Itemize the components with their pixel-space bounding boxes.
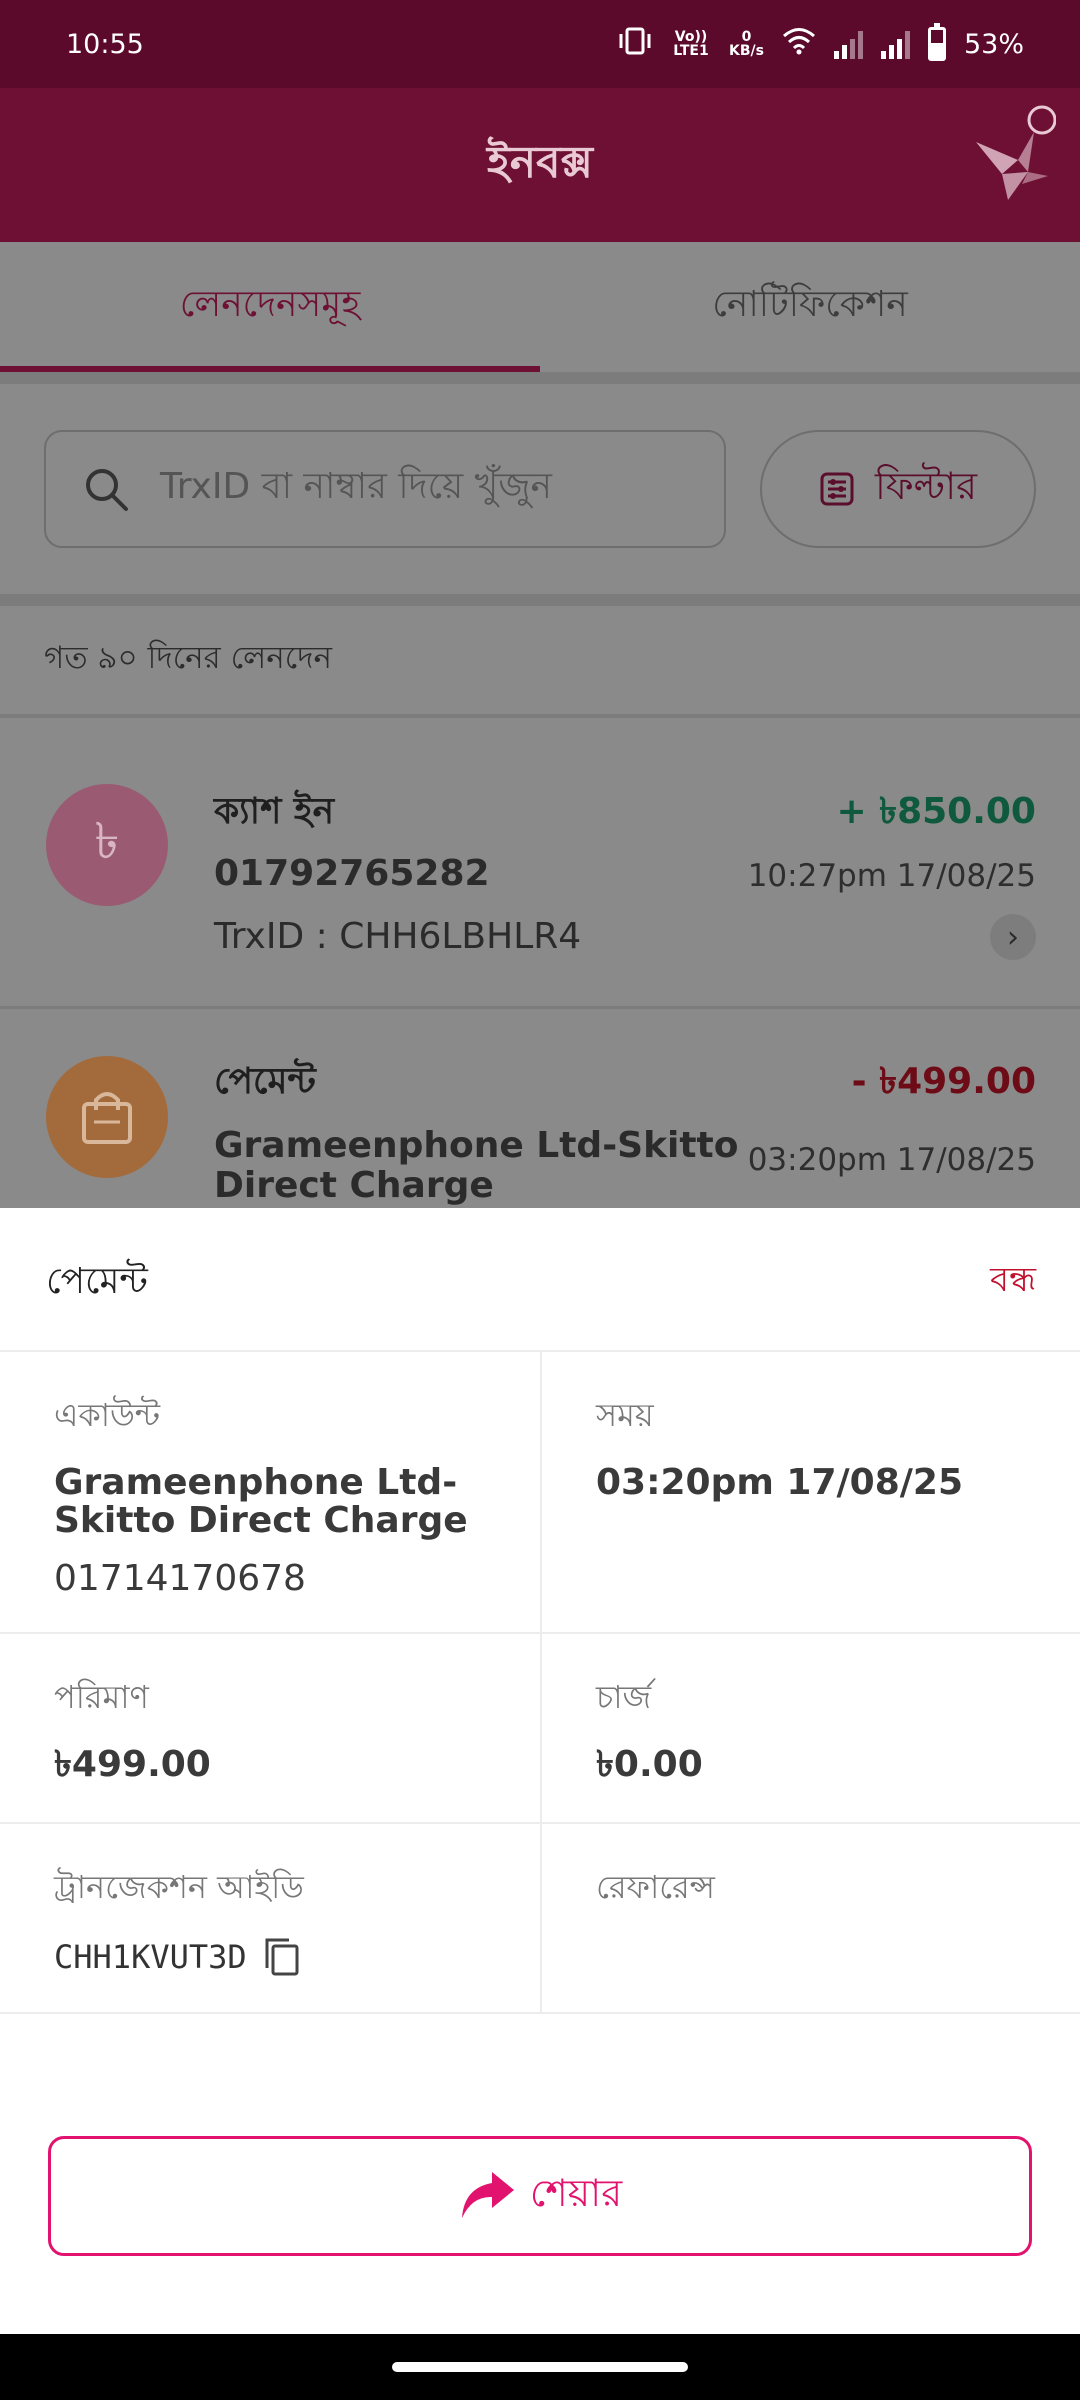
transaction-type: ক্যাশ ইন <box>214 791 335 832</box>
transaction-item[interactable]: ৳ ক্যাশ ইন 01792765282 TrxID : CHH6LBHLR… <box>0 718 1080 988</box>
filter-button[interactable]: ফিল্টার <box>760 430 1036 548</box>
close-button[interactable]: বন্ধ <box>990 1254 1036 1311</box>
search-input[interactable]: TrxID বা নাম্বার দিয়ে খুঁজুন <box>44 430 726 548</box>
tab-notifications[interactable]: নোটিফিকেশন <box>540 242 1080 372</box>
share-button[interactable]: শেয়ার <box>48 2136 1032 2256</box>
signal-icon-sim2 <box>880 29 910 59</box>
transaction-amount: + ৳850.00 <box>836 791 1036 832</box>
home-gesture-handle[interactable] <box>392 2362 688 2372</box>
time-cell: সময় 03:20pm 17/08/25 <box>540 1352 1080 1632</box>
account-name-line1: Grameenphone Ltd- <box>54 1462 458 1503</box>
vibrate-icon <box>617 26 653 63</box>
reference-cell: রেফারেন্স <box>540 1824 1080 2012</box>
amount-value: ৳499.00 <box>54 1744 211 1785</box>
system-nav-bar <box>0 2334 1080 2400</box>
status-time: 10:55 <box>66 28 144 60</box>
speed-value: 0 <box>741 29 752 45</box>
status-icons: Vo)) LTE1 0 KB/s 53% <box>617 23 1024 63</box>
app-bar: ইনবক্স <box>0 88 1080 242</box>
transaction-time: 10:27pm 17/08/25 <box>747 858 1036 894</box>
battery-percent: 53% <box>963 28 1024 60</box>
divider <box>0 372 1080 384</box>
reference-label: রেফারেন্স <box>596 1868 715 1906</box>
search-placeholder: TrxID বা নাম্বার দিয়ে খুঁজুন <box>160 466 553 507</box>
charge-value: ৳0.00 <box>596 1744 703 1785</box>
cash-in-avatar-icon: ৳ <box>46 784 168 906</box>
period-label: গত ৯০ দিনের লেনদেন <box>0 606 1080 714</box>
detail-row: পরিমাণ ৳499.00 চার্জ ৳0.00 <box>0 1634 1080 1824</box>
filter-label: ফিল্টার <box>874 464 978 508</box>
battery-fill <box>930 43 943 58</box>
chevron-right-icon[interactable]: › <box>990 914 1036 960</box>
search-icon <box>86 469 128 511</box>
time-label: সময় <box>596 1396 654 1434</box>
amount-label: পরিমাণ <box>54 1678 149 1716</box>
page-title: ইনবক্স <box>487 136 593 188</box>
transaction-list: ৳ ক্যাশ ইন 01792765282 TrxID : CHH6LBHLR… <box>0 718 1080 1208</box>
amount-cell: পরিমাণ ৳499.00 <box>0 1634 540 1822</box>
transaction-trxid: TrxID : CHH6LBHLR4 <box>214 916 582 957</box>
signal-icon-sim1 <box>833 29 863 59</box>
transaction-merchant-line2: Direct Charge <box>214 1165 494 1206</box>
divider <box>0 594 1080 606</box>
share-arrow-icon <box>461 2172 514 2218</box>
divider <box>0 1006 1080 1009</box>
detail-row: একাউন্ট Grameenphone Ltd- Skitto Direct … <box>0 1352 1080 1634</box>
volte-icon: Vo)) LTE1 <box>673 29 709 59</box>
sheet-header: পেমেন্ট বন্ধ <box>0 1208 1080 1352</box>
transaction-detail-sheet: পেমেন্ট বন্ধ একাউন্ট Grameenphone Ltd- S… <box>0 1208 1080 2334</box>
tab-transactions[interactable]: লেনদেনসমূহ <box>0 242 540 372</box>
account-cell: একাউন্ট Grameenphone Ltd- Skitto Direct … <box>0 1352 540 1632</box>
trxid-cell: ট্রানজেকশন আইডি CHH1KVUT3D <box>0 1824 540 2012</box>
transaction-type: পেমেন্ট <box>214 1061 316 1102</box>
trxid-label: ট্রানজেকশন আইডি <box>54 1868 304 1906</box>
account-number: 01714170678 <box>54 1558 306 1599</box>
transaction-number: 01792765282 <box>214 853 490 894</box>
charge-label: চার্জ <box>596 1678 652 1716</box>
speed-unit: KB/s <box>729 43 764 59</box>
bkash-bird-logo-icon[interactable] <box>972 102 1056 222</box>
shopping-bag-icon <box>46 1056 168 1178</box>
transaction-item[interactable]: পেমেন্ট Grameenphone Ltd-Skitto Direct C… <box>0 1010 1080 1208</box>
battery-icon <box>927 23 946 61</box>
time-value: 03:20pm 17/08/25 <box>596 1462 963 1503</box>
search-row: TrxID বা নাম্বার দিয়ে খুঁজুন ফিল্টার <box>0 384 1080 594</box>
transaction-merchant-line1: Grameenphone Ltd-Skitto <box>214 1125 739 1166</box>
wifi-icon <box>782 27 816 62</box>
detail-row: ট্রানজেকশন আইডি CHH1KVUT3D রেফারেন্স <box>0 1824 1080 2014</box>
share-label: শেয়ার <box>529 2171 623 2215</box>
filter-icon <box>820 472 854 506</box>
trxid-row: CHH1KVUT3D <box>54 1936 540 1978</box>
copy-icon[interactable] <box>261 1936 303 1978</box>
status-bar: 10:55 Vo)) LTE1 0 KB/s 53% <box>0 0 1080 88</box>
transaction-amount: - ৳499.00 <box>851 1061 1036 1102</box>
account-label: একাউন্ট <box>54 1396 161 1434</box>
trxid-value: CHH1KVUT3D <box>54 1938 247 1976</box>
account-name-line2: Skitto Direct Charge <box>54 1500 468 1541</box>
tab-bar: লেনদেনসমূহ নোটিফিকেশন <box>0 242 1080 372</box>
sheet-title: পেমেন্ট <box>46 1261 148 1302</box>
charge-cell: চার্জ ৳0.00 <box>540 1634 1080 1822</box>
network-speed: 0 KB/s <box>729 30 764 58</box>
transaction-time: 03:20pm 17/08/25 <box>747 1142 1036 1178</box>
